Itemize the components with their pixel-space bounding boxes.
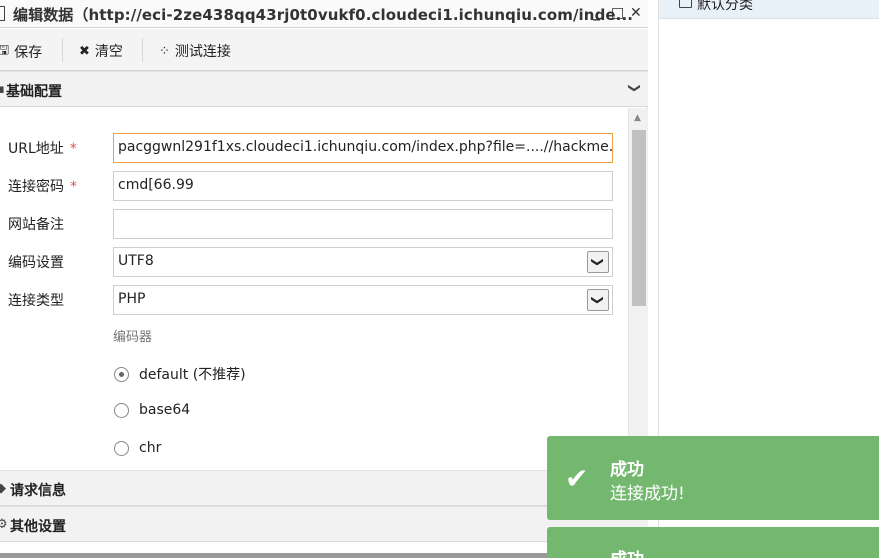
chevron-down-icon[interactable]: ❯ xyxy=(587,289,609,311)
window-icon xyxy=(0,6,5,21)
section-other-title: 其他设置 xyxy=(10,519,66,535)
x-icon: ✖ xyxy=(79,43,90,59)
toast-title: 成功 xyxy=(610,545,644,558)
section-icon: ▪ xyxy=(0,82,5,97)
form-scrollbar[interactable]: ▲ xyxy=(628,108,648,470)
window-title: 编辑数据（http://eci-2ze438qq43rj0t0vukf0.clo… xyxy=(13,6,634,24)
spinner-icon: ⁘ xyxy=(159,43,170,59)
minimize-button[interactable]: _ xyxy=(593,5,600,21)
clear-button[interactable]: ✖ 清空 xyxy=(79,41,123,61)
success-toast[interactable]: 成功 xyxy=(547,527,879,558)
toast-title: 成功 xyxy=(610,460,644,480)
section-basic-config[interactable]: ▪ 基础配置 ❯ xyxy=(0,71,648,107)
scroll-thumb[interactable] xyxy=(632,130,646,306)
test-connection-button[interactable]: ⁘ 测试连接 xyxy=(159,41,231,61)
note-label: 网站备注 xyxy=(8,217,64,233)
toolbar: 🖫 保存 ✖ 清空 ⁘ 测试连接 xyxy=(0,29,648,71)
tree-item-default-category[interactable]: 默认分类 xyxy=(659,0,879,19)
section-request-title: 请求信息 xyxy=(10,483,66,499)
encoding-label: 编码设置 xyxy=(8,255,64,271)
encoder-option-label: base64 xyxy=(139,402,191,418)
encoder-option-chr[interactable]: chr xyxy=(114,440,161,456)
chevron-down-icon[interactable]: ❯ xyxy=(628,83,642,93)
toolbar-divider xyxy=(62,38,63,62)
url-label: URL地址 * xyxy=(8,141,77,157)
radio-button[interactable] xyxy=(114,440,129,456)
save-button[interactable]: 🖫 保存 xyxy=(0,41,42,63)
window-titlebar: 编辑数据（http://eci-2ze438qq43rj0t0vukf0.clo… xyxy=(0,0,648,28)
toolbar-divider xyxy=(142,38,143,62)
folder-icon xyxy=(679,0,692,8)
type-select[interactable]: PHP ❯ xyxy=(113,285,613,315)
url-input[interactable]: pacggwnl291f1xs.cloudeci1.ichunqiu.com/i… xyxy=(113,133,613,163)
encoder-option-base64[interactable]: base64 xyxy=(114,402,190,418)
encoding-select[interactable]: UTF8 ❯ xyxy=(113,247,613,277)
encoder-option-label: chr xyxy=(139,440,162,456)
chevron-down-icon[interactable]: ❯ xyxy=(587,251,609,273)
maximize-button[interactable]: □ xyxy=(611,5,624,21)
password-label: 连接密码 * xyxy=(8,179,77,195)
radio-button[interactable] xyxy=(114,402,129,418)
save-icon: 🖫 xyxy=(0,43,10,58)
gear-icon: ⚙ xyxy=(0,517,8,532)
scroll-up-arrow-icon[interactable]: ▲ xyxy=(634,113,641,123)
radio-button[interactable] xyxy=(114,366,129,382)
password-input[interactable]: cmd[66.99 xyxy=(113,171,613,201)
tree-item-label: 默认分类 xyxy=(697,0,753,13)
type-label: 连接类型 xyxy=(8,293,64,309)
save-label: 保存 xyxy=(14,45,43,61)
type-value: PHP xyxy=(118,291,146,307)
basic-config-form: URL地址 * pacggwnl291f1xs.cloudeci1.ichunqi… xyxy=(0,108,627,470)
encoding-value: UTF8 xyxy=(118,253,154,269)
section-icon: ◆ xyxy=(0,481,6,496)
section-basic-title: 基础配置 xyxy=(6,84,62,100)
close-button[interactable]: ✕ xyxy=(630,5,642,21)
encoder-option-label: default (不推荐) xyxy=(139,367,246,383)
test-connection-label: 测试连接 xyxy=(174,44,231,60)
encoder-option-default[interactable]: default (不推荐) xyxy=(114,364,246,384)
encoder-heading: 编码器 xyxy=(113,330,153,345)
toast-message: 连接成功! xyxy=(610,484,685,504)
success-toast[interactable]: ✔ 成功 连接成功! xyxy=(547,436,879,520)
note-input[interactable] xyxy=(113,209,613,239)
clear-label: 清空 xyxy=(94,44,123,60)
checkmark-icon: ✔ xyxy=(565,462,589,495)
